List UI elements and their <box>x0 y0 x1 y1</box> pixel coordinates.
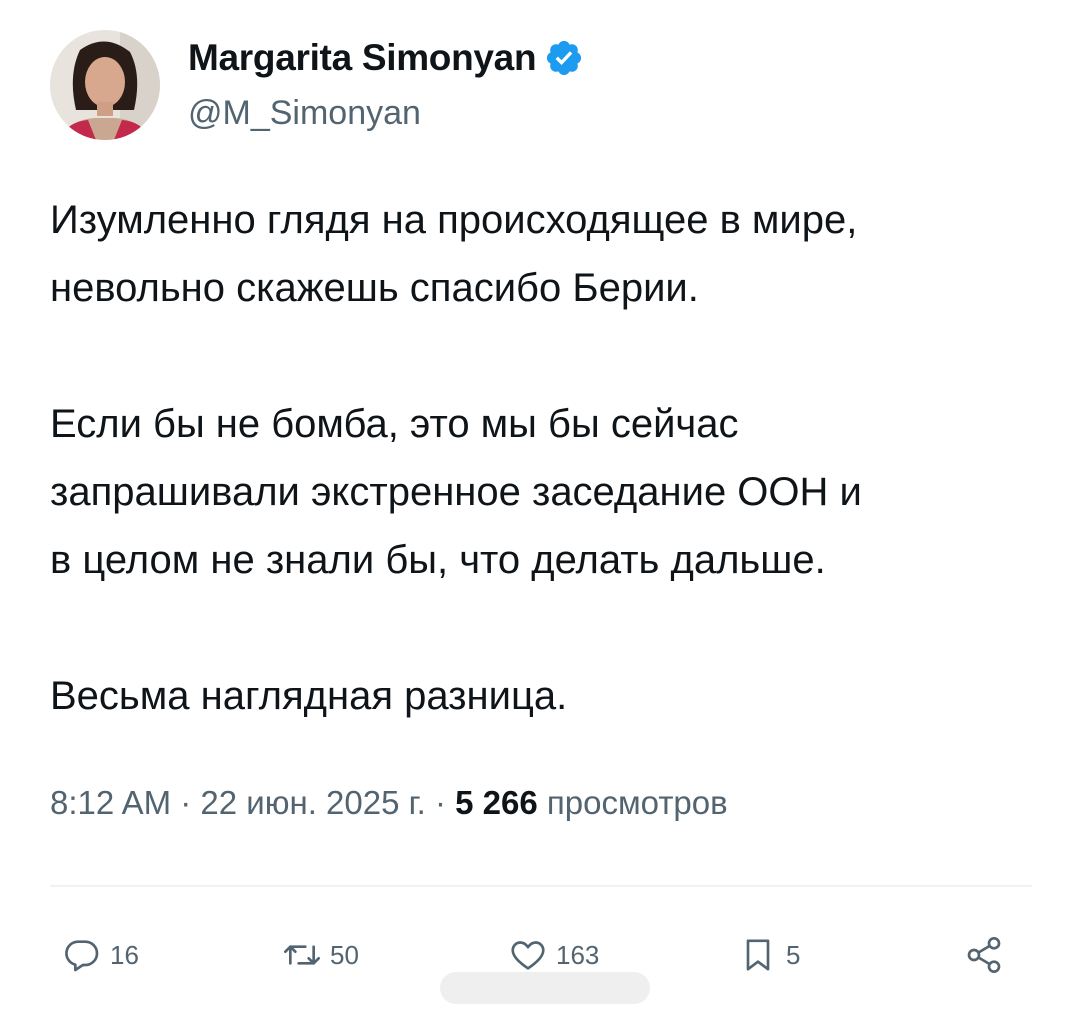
bookmark-count: 5 <box>786 939 801 970</box>
tweet-time[interactable]: 8:12 AM <box>50 784 171 821</box>
share-button[interactable] <box>964 930 1012 980</box>
name-row: Margarita Simonyan <box>188 36 584 80</box>
meta-separator: · <box>434 784 446 821</box>
tweet-line: в целом не знали бы, что делать дальше. <box>50 538 826 582</box>
views-label: просмотров <box>546 784 728 821</box>
tweet-line: Весьма наглядная разница. <box>50 674 568 718</box>
tweet-line: Если бы не бомба, это мы бы сейчас <box>50 402 739 446</box>
bookmark-icon <box>746 939 770 971</box>
tweet-line: Изумленно глядя на происходящее в мире, <box>50 198 858 242</box>
retweet-icon <box>284 945 320 965</box>
meta-separator: · <box>180 784 192 821</box>
watermark-overlay <box>440 972 650 1004</box>
divider <box>50 885 1032 887</box>
share-icon <box>967 937 1001 973</box>
tweet-line: запрашивали экстренное заседание ООН и <box>50 470 862 514</box>
verified-badge-icon[interactable] <box>544 38 584 78</box>
like-icon <box>511 941 545 970</box>
bookmark-button[interactable]: 5 <box>738 930 800 980</box>
reply-icon <box>65 940 99 972</box>
tweet-date[interactable]: 22 июн. 2025 г. <box>200 784 425 821</box>
avatar-image <box>50 30 160 140</box>
views-count: 5 266 <box>455 784 538 821</box>
display-name[interactable]: Margarita Simonyan <box>188 37 537 79</box>
tweet-text: Изумленно глядя на происходящее в мире, … <box>50 186 1050 730</box>
tweet-metadata: 8:12 AM · 22 июн. 2025 г. · 5 266 просмо… <box>50 784 728 822</box>
reply-button[interactable]: 16 <box>62 930 139 980</box>
retweet-count: 50 <box>330 939 359 970</box>
user-handle[interactable]: @M_Simonyan <box>188 94 421 133</box>
retweet-button[interactable]: 50 <box>282 930 359 980</box>
avatar[interactable] <box>50 30 160 140</box>
tweet-card: Margarita Simonyan @M_Simonyan Изумленно… <box>0 0 1080 1014</box>
tweet-line: невольно скажешь спасибо Берии. <box>50 266 699 310</box>
reply-count: 16 <box>110 939 139 970</box>
like-count: 163 <box>556 939 600 970</box>
